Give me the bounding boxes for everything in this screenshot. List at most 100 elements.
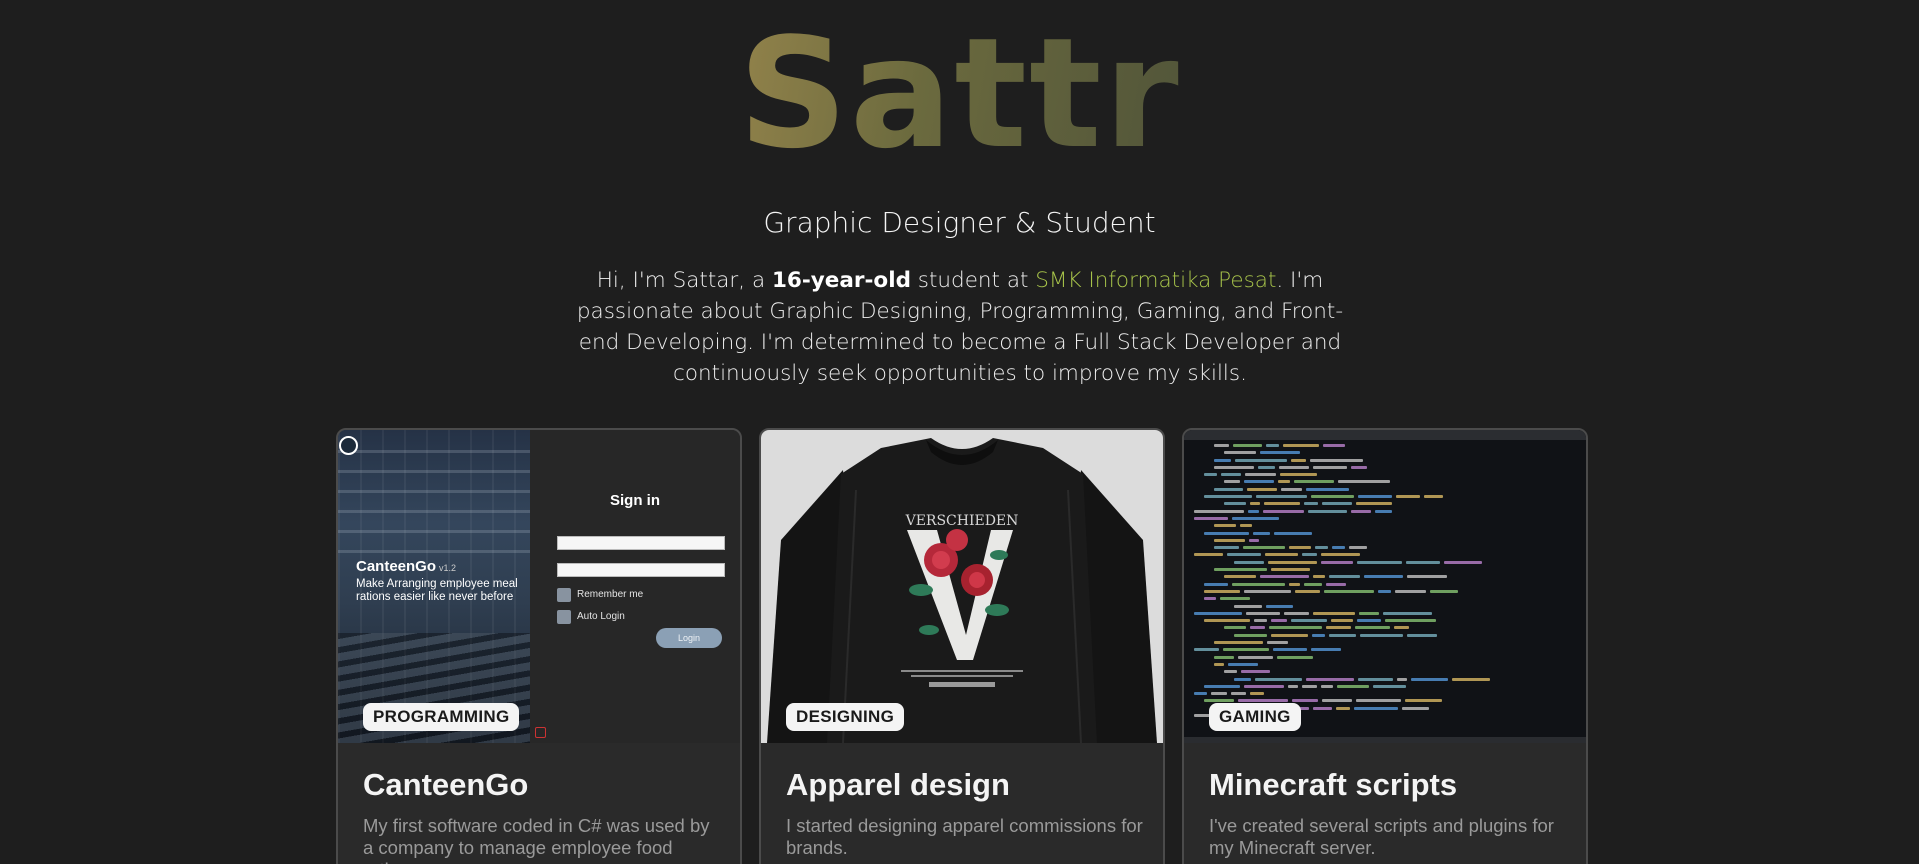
code-token <box>1214 546 1239 550</box>
code-token <box>1323 444 1345 447</box>
code-token <box>1260 451 1300 455</box>
code-line <box>1188 566 1586 573</box>
project-card-canteengo[interactable]: CanteenGo v1.2 Make Arranging employee me… <box>336 428 742 864</box>
code-token <box>1291 458 1306 462</box>
portfolio-page: Sattr Graphic Designer & Student Hi, I'm… <box>0 0 1919 864</box>
code-line <box>1188 610 1586 617</box>
code-token <box>1289 582 1300 586</box>
code-line <box>1188 478 1586 485</box>
password-field <box>557 563 725 577</box>
code-editor-screenshot <box>1184 430 1586 743</box>
code-token <box>1194 553 1223 557</box>
code-token <box>1304 582 1322 586</box>
code-token <box>1430 589 1458 593</box>
code-token <box>1313 575 1325 579</box>
code-token <box>1278 480 1290 484</box>
code-token <box>1313 706 1332 710</box>
code-token <box>1235 458 1287 462</box>
code-token <box>1329 575 1360 579</box>
code-token <box>1214 662 1224 666</box>
code-token <box>1356 699 1401 703</box>
code-token <box>1302 684 1317 688</box>
code-line <box>1188 676 1586 683</box>
remember-label: Remember me <box>577 589 644 600</box>
project-description: I've created several scripts and plugins… <box>1209 815 1554 858</box>
code-line <box>1188 595 1586 602</box>
code-token <box>1273 648 1307 652</box>
code-token <box>1266 604 1293 608</box>
code-token <box>1312 633 1325 637</box>
code-token <box>1204 684 1240 688</box>
code-token <box>1214 487 1243 491</box>
project-title: Apparel design <box>786 767 1010 802</box>
code-token <box>1407 633 1437 637</box>
project-card-apparel[interactable]: VERSCHIEDEN DESIGNING Apparel design I s… <box>759 428 1165 864</box>
code-token <box>1246 611 1280 615</box>
project-thumbnail: GAMING <box>1184 430 1586 743</box>
code-token <box>1240 524 1252 528</box>
canteen-lights <box>338 450 530 570</box>
code-token <box>1224 575 1256 579</box>
code-token <box>1355 626 1390 630</box>
code-line <box>1188 500 1586 507</box>
code-token <box>1332 546 1345 550</box>
code-token <box>1292 699 1318 703</box>
code-token <box>1294 480 1334 484</box>
canteengo-brand: CanteenGo v1.2 Make Arranging employee me… <box>356 558 526 604</box>
code-token <box>1233 444 1262 447</box>
code-line <box>1188 493 1586 500</box>
code-token <box>1243 546 1285 550</box>
code-token <box>1378 589 1391 593</box>
code-token <box>1322 502 1352 506</box>
school-link[interactable]: SMK Informatika Pesat <box>1035 268 1276 293</box>
code-token <box>1194 516 1228 520</box>
code-token <box>1269 626 1322 630</box>
code-token <box>1375 509 1392 513</box>
canteengo-version: v1.2 <box>439 563 457 573</box>
code-token <box>1338 480 1390 484</box>
code-token <box>1322 699 1352 703</box>
code-line <box>1188 544 1586 551</box>
code-line <box>1188 522 1586 529</box>
code-line <box>1188 464 1586 471</box>
code-token <box>1329 633 1356 637</box>
jacket-print-text: VERSCHIEDEN <box>905 513 1019 529</box>
code-token <box>1281 487 1302 491</box>
intro-text-1: Hi, I'm Sattar, a <box>596 268 772 293</box>
category-tag: GAMING <box>1209 703 1301 731</box>
code-token <box>1326 582 1346 586</box>
code-token <box>1424 495 1443 499</box>
code-token <box>1274 531 1312 535</box>
signin-panel: Sign in Remember me Auto Login Login <box>530 430 740 743</box>
code-token <box>1234 604 1262 608</box>
code-token <box>1234 560 1264 564</box>
code-token <box>1326 626 1351 630</box>
code-token <box>1204 531 1249 535</box>
code-token <box>1255 677 1302 681</box>
code-token <box>1360 633 1403 637</box>
project-card-minecraft[interactable]: GAMING Minecraft scripts I've created se… <box>1182 428 1588 864</box>
code-token <box>1321 553 1360 557</box>
code-token <box>1204 473 1217 477</box>
code-token <box>1295 589 1320 593</box>
code-token <box>1351 509 1371 513</box>
code-token <box>1302 553 1317 557</box>
code-line <box>1188 508 1586 515</box>
code-token <box>1411 677 1448 681</box>
code-token <box>1337 684 1369 688</box>
code-line <box>1188 617 1586 624</box>
code-token <box>1249 538 1259 542</box>
canteengo-tagline: Make Arranging employee meal rations eas… <box>356 578 518 603</box>
code-token <box>1311 495 1354 499</box>
code-token <box>1250 626 1265 630</box>
intro-text-2: student at <box>910 268 1036 293</box>
code-token <box>1241 670 1270 674</box>
autologin-label: Auto Login <box>577 611 625 622</box>
code-line <box>1188 530 1586 537</box>
code-token <box>1394 626 1409 630</box>
code-token <box>1306 677 1354 681</box>
code-line <box>1188 690 1586 697</box>
code-line <box>1188 449 1586 456</box>
code-token <box>1331 619 1353 623</box>
code-token <box>1244 684 1284 688</box>
